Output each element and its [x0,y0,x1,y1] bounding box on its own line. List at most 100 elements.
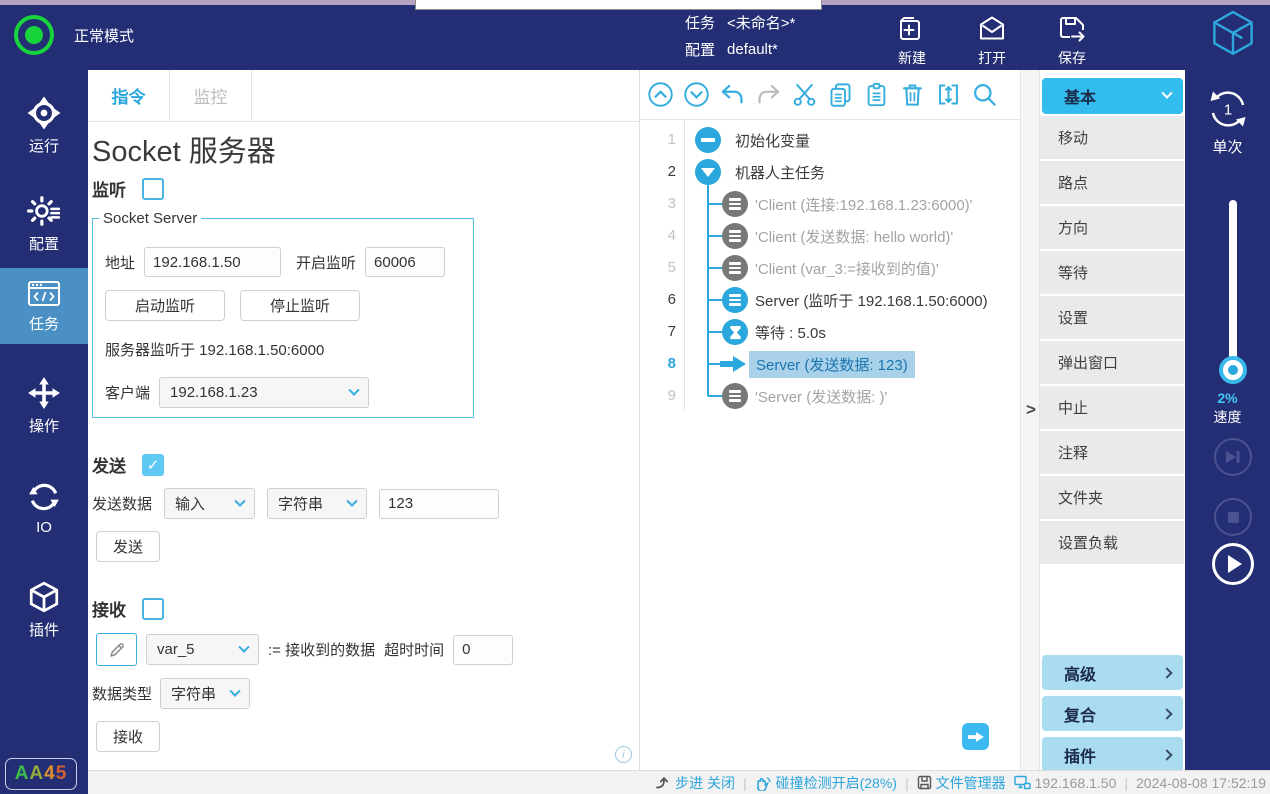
tree-row-5[interactable]: 5 'Client (var_3:=接收到的值)' [640,252,1020,284]
new-task-button[interactable]: 新建 [879,13,945,68]
command-item-folder[interactable]: 文件夹 [1040,476,1184,520]
sidebar-item-operate[interactable]: 操作 [0,368,88,444]
receive-button[interactable]: 接收 [96,721,160,752]
sidebar-item-io[interactable]: IO [0,470,88,546]
address-label: 地址 [105,252,135,273]
listen-checkbox[interactable] [142,178,164,200]
cube-logo-icon [1210,8,1256,60]
paste-icon[interactable] [863,81,890,108]
receive-checkbox[interactable] [142,598,164,620]
tree-row-9[interactable]: 9 'Server (发送数据: )' [640,380,1020,412]
tree-row-2[interactable]: 2 机器人主任务 [640,156,1020,188]
task-config-info: 任务 <未命名>* 配置 default* [685,9,795,63]
send-source-select[interactable]: 输入 [164,488,255,519]
brand-logo [1210,8,1256,65]
tree-row-4[interactable]: 4 'Client (发送数据: hello world)' [640,220,1020,252]
send-checkbox[interactable]: ✓ [142,454,164,476]
speed-slider-knob[interactable] [1219,356,1247,384]
send-data-input[interactable] [379,489,499,519]
receive-section-header: 接收 [92,596,164,621]
menu-circle-icon [722,223,748,249]
undo-icon[interactable] [719,81,746,108]
category-basic-header[interactable]: 基本 [1042,78,1183,114]
datatype-select[interactable]: 字符串 [160,678,250,709]
sidebar-item-config[interactable]: 配置 [0,186,88,262]
tab-monitor[interactable]: 监控 [170,70,252,121]
sidebar-item-plugin[interactable]: 插件 [0,572,88,648]
file-manager-link[interactable]: 文件管理器 [917,773,1006,793]
timeout-input[interactable] [453,635,513,665]
start-listen-button[interactable]: 启动监听 [105,290,225,321]
step-mode-status[interactable]: 步进 关闭 [655,773,735,793]
sidebar-item-label: 运行 [29,135,59,156]
separator: | [905,775,909,791]
address-input[interactable] [144,247,281,277]
expand-circle-icon[interactable] [683,81,710,108]
collision-detection-status[interactable]: 碰撞检测开启(28%) [755,773,897,793]
tree-row-6[interactable]: 6 Server (监听于 192.168.1.50:6000) [640,284,1020,316]
panel-splitter[interactable]: > [1020,70,1040,770]
category-compound-label: 复合 [1064,702,1096,726]
badge-char: A [29,763,44,785]
command-item-abort[interactable]: 中止 [1040,386,1184,430]
collapse-circle-icon[interactable] [647,81,674,108]
line-number: 4 [640,227,676,244]
send-label: 发送 [92,452,126,477]
redo-icon[interactable] [755,81,782,108]
config-name-value: default* [727,41,778,58]
send-button[interactable]: 发送 [96,531,160,562]
triangle-down-circle-icon [695,159,721,185]
open-task-button[interactable]: 打开 [959,13,1025,68]
robot-id-badge[interactable]: AA45 [5,758,77,790]
sidebar-item-task[interactable]: 任务 [0,268,88,344]
insert-icon[interactable] [935,81,962,108]
search-icon[interactable] [971,81,998,108]
category-advanced[interactable]: 高级 [1042,655,1183,690]
command-item-wait[interactable]: 等待 [1040,251,1184,295]
tree-node-label: 初始化变量 [735,130,810,151]
robot-mode-indicator[interactable]: 正常模式 [14,15,134,55]
single-run-toggle[interactable]: 1 单次 [1185,86,1270,157]
command-item-waypoint[interactable]: 路点 [1040,161,1184,205]
command-item-payload[interactable]: 设置负载 [1040,521,1184,565]
sidebar-item-run[interactable]: 运行 [0,88,88,164]
speed-slider-track[interactable] [1229,200,1237,378]
play-button[interactable] [1212,543,1254,585]
command-item-popup[interactable]: 弹出窗口 [1040,341,1184,385]
chevron-right-icon [1161,749,1172,760]
port-input[interactable] [365,247,445,277]
delete-icon[interactable] [899,81,926,108]
step-forward-button[interactable] [1214,438,1252,476]
stop-button[interactable] [1214,498,1252,536]
category-plugin[interactable]: 插件 [1042,737,1183,772]
tree-node-label: 'Client (var_3:=接收到的值)' [755,258,939,279]
command-item-direction[interactable]: 方向 [1040,206,1184,250]
tree-row-7[interactable]: 7 等待 : 5.0s [640,316,1020,348]
tree-row-8-selected[interactable]: 8 Server (发送数据: 123) [640,348,1020,380]
speed-value: 2% [1185,390,1270,406]
jump-to-current-button[interactable] [962,723,989,750]
tree-row-3[interactable]: 3 'Client (连接:192.168.1.23:6000)' [640,188,1020,220]
client-select[interactable]: 192.168.1.23 [159,377,369,408]
receive-label: 接收 [92,596,126,621]
category-compound[interactable]: 复合 [1042,696,1183,731]
save-icon [1056,13,1088,45]
receive-variable-select[interactable]: var_5 [146,634,259,665]
cut-icon[interactable] [791,81,818,108]
send-type-select[interactable]: 字符串 [267,488,367,519]
edit-variable-button[interactable] [96,633,137,666]
command-item-set[interactable]: 设置 [1040,296,1184,340]
tree-row-1[interactable]: 1 初始化变量 [640,124,1020,156]
info-icon[interactable]: i [615,746,632,763]
step-forward-icon [1225,450,1241,464]
save-task-button[interactable]: 保存 [1039,13,1105,68]
command-item-comment[interactable]: 注释 [1040,431,1184,475]
command-item-move[interactable]: 移动 [1040,116,1184,160]
expand-panel-icon[interactable]: > [1026,400,1036,420]
robot-teach-pendant-app: 正常模式 任务 <未命名>* 配置 default* 新建 打开 保存 [0,0,1270,794]
stop-listen-button[interactable]: 停止监听 [240,290,360,321]
cube-icon [27,580,61,614]
tab-command[interactable]: 指令 [88,70,170,121]
copy-icon[interactable] [827,81,854,108]
step-mode-text: 步进 关闭 [675,773,735,793]
